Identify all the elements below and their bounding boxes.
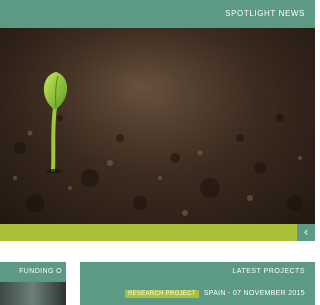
chevron-left-icon[interactable]: ‹: [297, 224, 315, 241]
latest-projects-panel: LATEST PROJECTS RESEARCH PROJECT SPAIN - …: [80, 262, 315, 305]
funding-thumbnail[interactable]: [0, 282, 66, 305]
project-location-date: SPAIN - 07 NOVEMBER 2015: [203, 290, 305, 297]
project-list-item[interactable]: RESEARCH PROJECT SPAIN - 07 NOVEMBER 2015: [80, 282, 315, 305]
spotlight-news-title: SPOTLIGHT NEWS: [225, 9, 305, 18]
latest-projects-title: LATEST PROJECTS: [232, 268, 305, 275]
latest-projects-header: LATEST PROJECTS: [80, 262, 315, 282]
project-tag-badge: RESEARCH PROJECT: [124, 290, 199, 298]
carousel-progress-bar: [0, 224, 297, 241]
spotlight-news-header: SPOTLIGHT NEWS: [0, 0, 315, 28]
seedling-illustration: [0, 28, 315, 224]
project-meta: RESEARCH PROJECT SPAIN - 07 NOVEMBER 2015: [124, 290, 305, 298]
funding-panel-title: FUNDING O: [19, 268, 62, 275]
hero-image[interactable]: [0, 28, 315, 224]
funding-panel-header: FUNDING O: [0, 262, 66, 282]
